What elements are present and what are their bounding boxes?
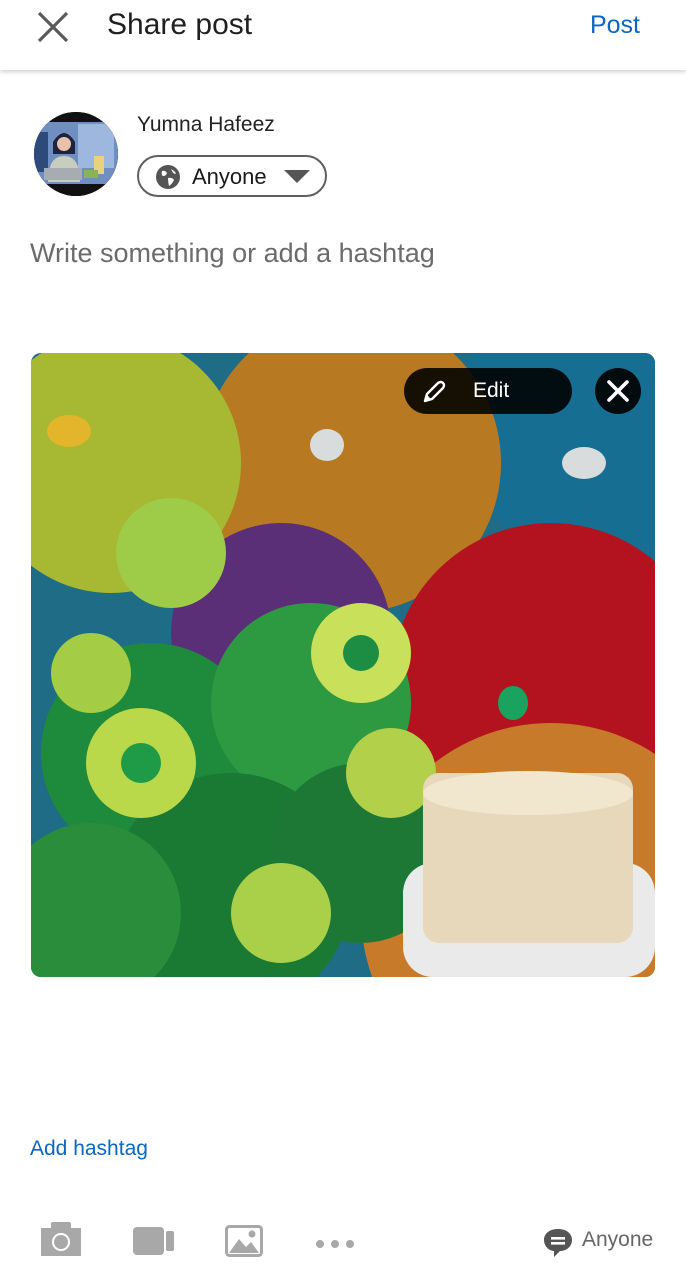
camera-icon <box>41 1222 81 1256</box>
avatar <box>34 112 118 196</box>
more-icon <box>316 1240 354 1248</box>
photo-content <box>31 353 655 977</box>
chevron-down-icon <box>284 170 310 183</box>
add-hashtag-link[interactable]: Add hashtag <box>30 1137 148 1161</box>
pencil-icon <box>423 380 446 403</box>
comment-visibility-label: Anyone <box>582 1228 654 1251</box>
top-bar: Share post Post <box>0 0 686 70</box>
post-button[interactable]: Post <box>590 11 640 40</box>
author-name: Yumna Hafeez <box>137 113 275 136</box>
photo-button[interactable] <box>225 1225 263 1262</box>
post-text-input[interactable] <box>30 233 650 273</box>
image-icon <box>225 1225 263 1257</box>
edit-label: Edit <box>473 379 510 402</box>
camera-button[interactable] <box>41 1222 81 1261</box>
video-icon <box>133 1227 174 1255</box>
video-button[interactable] <box>133 1227 175 1260</box>
audience-selector[interactable]: Anyone <box>137 155 327 197</box>
comment-icon <box>544 1229 572 1257</box>
page-title: Share post <box>107 8 253 41</box>
remove-photo-button[interactable] <box>595 368 641 414</box>
close-icon <box>607 380 629 402</box>
close-icon[interactable] <box>36 10 70 44</box>
more-button[interactable] <box>315 1236 355 1254</box>
attached-photo: Edit <box>31 353 655 977</box>
edit-photo-button[interactable]: Edit <box>404 368 572 414</box>
globe-icon <box>156 165 180 189</box>
audience-label: Anyone <box>192 164 267 189</box>
comment-visibility-button[interactable]: Anyone <box>542 1227 653 1264</box>
